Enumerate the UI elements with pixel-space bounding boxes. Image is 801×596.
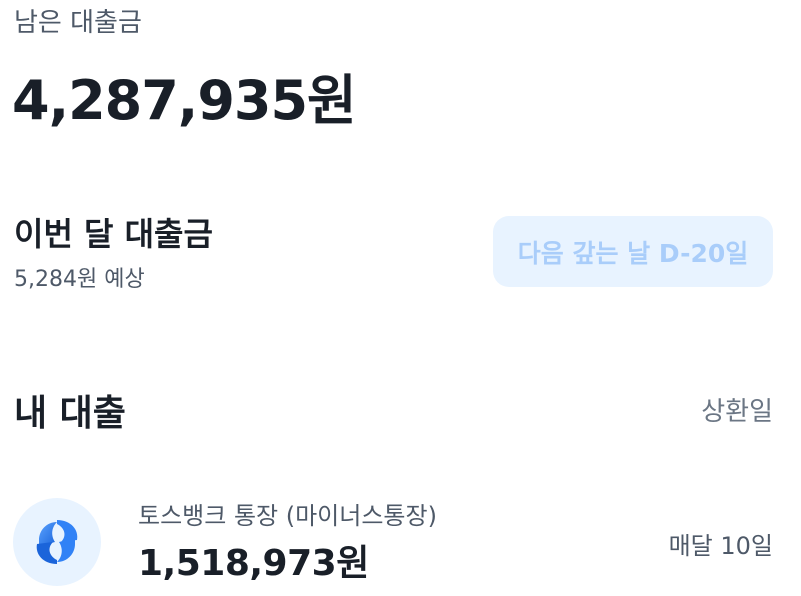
this-month-expected-amount: 5,284원 예상 [14, 267, 145, 292]
my-loans-title: 내 대출 [14, 393, 126, 434]
next-payment-dday-button[interactable]: 다음 갚는 날 D-20일 [493, 216, 773, 287]
loan-list-item[interactable]: 토스뱅크 통장 (마이너스통장) 1,518,973원 매달 10일 [0, 490, 801, 596]
remaining-loan-amount: 4,287,935원 [12, 69, 357, 132]
loan-summary-page: 남은 대출금 4,287,935원 이번 달 대출금 5,284원 예상 다음 … [0, 0, 801, 596]
remaining-loan-label: 남은 대출금 [14, 8, 142, 38]
repayment-date-sort[interactable]: 상환일 [701, 391, 773, 428]
loan-balance-amount: 1,518,973원 [138, 543, 369, 584]
toss-bank-logo-icon [13, 498, 101, 586]
loan-repayment-date: 매달 10일 [668, 532, 773, 560]
this-month-loan-title: 이번 달 대출금 [14, 215, 213, 253]
loan-product-name: 토스뱅크 통장 (마이너스통장) [138, 502, 437, 530]
